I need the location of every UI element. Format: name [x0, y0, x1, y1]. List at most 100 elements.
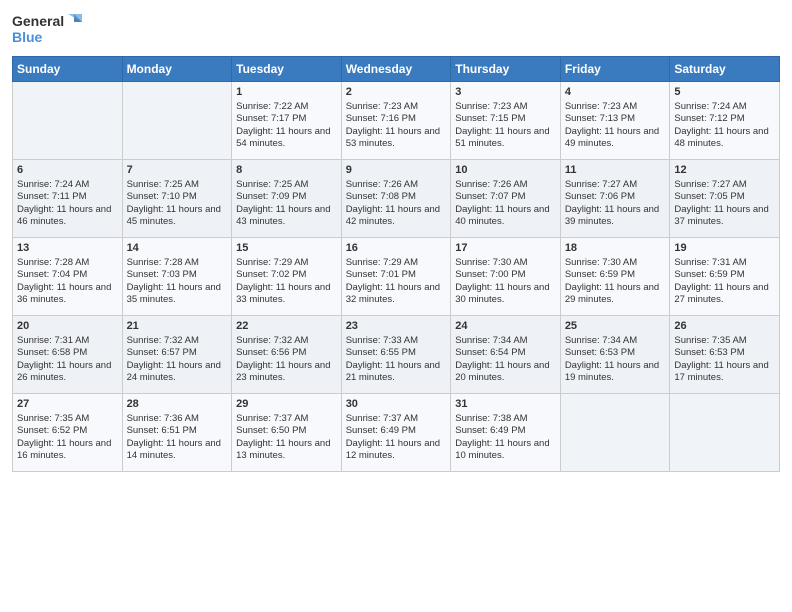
day-cell: 26Sunrise: 7:35 AM Sunset: 6:53 PM Dayli… — [670, 316, 780, 394]
day-number: 22 — [236, 319, 337, 334]
logo-svg: General Blue — [12, 10, 82, 50]
day-info: Sunrise: 7:28 AM Sunset: 7:04 PM Dayligh… — [17, 257, 118, 307]
day-info: Sunrise: 7:22 AM Sunset: 7:17 PM Dayligh… — [236, 101, 337, 151]
day-info: Sunrise: 7:23 AM Sunset: 7:16 PM Dayligh… — [346, 101, 447, 151]
day-cell: 8Sunrise: 7:25 AM Sunset: 7:09 PM Daylig… — [232, 160, 342, 238]
day-number: 8 — [236, 163, 337, 178]
day-info: Sunrise: 7:30 AM Sunset: 6:59 PM Dayligh… — [565, 257, 666, 307]
day-cell: 1Sunrise: 7:22 AM Sunset: 7:17 PM Daylig… — [232, 82, 342, 160]
day-cell: 22Sunrise: 7:32 AM Sunset: 6:56 PM Dayli… — [232, 316, 342, 394]
day-cell: 29Sunrise: 7:37 AM Sunset: 6:50 PM Dayli… — [232, 394, 342, 472]
day-cell: 10Sunrise: 7:26 AM Sunset: 7:07 PM Dayli… — [451, 160, 561, 238]
page-container: General Blue SundayMondayTuesdayWednesda… — [0, 0, 792, 482]
day-number: 29 — [236, 397, 337, 412]
day-cell: 6Sunrise: 7:24 AM Sunset: 7:11 PM Daylig… — [13, 160, 123, 238]
day-info: Sunrise: 7:29 AM Sunset: 7:01 PM Dayligh… — [346, 257, 447, 307]
day-cell: 18Sunrise: 7:30 AM Sunset: 6:59 PM Dayli… — [560, 238, 670, 316]
day-cell: 12Sunrise: 7:27 AM Sunset: 7:05 PM Dayli… — [670, 160, 780, 238]
day-number: 7 — [127, 163, 228, 178]
day-cell: 9Sunrise: 7:26 AM Sunset: 7:08 PM Daylig… — [341, 160, 451, 238]
day-number: 23 — [346, 319, 447, 334]
day-cell — [122, 82, 232, 160]
day-number: 6 — [17, 163, 118, 178]
day-cell: 24Sunrise: 7:34 AM Sunset: 6:54 PM Dayli… — [451, 316, 561, 394]
week-row-4: 20Sunrise: 7:31 AM Sunset: 6:58 PM Dayli… — [13, 316, 780, 394]
day-cell — [560, 394, 670, 472]
day-info: Sunrise: 7:31 AM Sunset: 6:58 PM Dayligh… — [17, 335, 118, 385]
day-number: 15 — [236, 241, 337, 256]
day-cell — [13, 82, 123, 160]
day-cell: 3Sunrise: 7:23 AM Sunset: 7:15 PM Daylig… — [451, 82, 561, 160]
day-cell: 13Sunrise: 7:28 AM Sunset: 7:04 PM Dayli… — [13, 238, 123, 316]
day-cell: 5Sunrise: 7:24 AM Sunset: 7:12 PM Daylig… — [670, 82, 780, 160]
col-header-saturday: Saturday — [670, 57, 780, 82]
calendar-table: SundayMondayTuesdayWednesdayThursdayFrid… — [12, 56, 780, 472]
col-header-monday: Monday — [122, 57, 232, 82]
day-cell: 15Sunrise: 7:29 AM Sunset: 7:02 PM Dayli… — [232, 238, 342, 316]
day-cell — [670, 394, 780, 472]
day-info: Sunrise: 7:26 AM Sunset: 7:08 PM Dayligh… — [346, 179, 447, 229]
day-cell: 17Sunrise: 7:30 AM Sunset: 7:00 PM Dayli… — [451, 238, 561, 316]
day-info: Sunrise: 7:24 AM Sunset: 7:11 PM Dayligh… — [17, 179, 118, 229]
day-info: Sunrise: 7:23 AM Sunset: 7:15 PM Dayligh… — [455, 101, 556, 151]
logo: General Blue — [12, 10, 82, 50]
day-info: Sunrise: 7:27 AM Sunset: 7:06 PM Dayligh… — [565, 179, 666, 229]
day-info: Sunrise: 7:32 AM Sunset: 6:57 PM Dayligh… — [127, 335, 228, 385]
day-number: 25 — [565, 319, 666, 334]
day-cell: 27Sunrise: 7:35 AM Sunset: 6:52 PM Dayli… — [13, 394, 123, 472]
day-number: 19 — [674, 241, 775, 256]
day-cell: 7Sunrise: 7:25 AM Sunset: 7:10 PM Daylig… — [122, 160, 232, 238]
day-number: 3 — [455, 85, 556, 100]
col-header-tuesday: Tuesday — [232, 57, 342, 82]
day-cell: 14Sunrise: 7:28 AM Sunset: 7:03 PM Dayli… — [122, 238, 232, 316]
header-row: SundayMondayTuesdayWednesdayThursdayFrid… — [13, 57, 780, 82]
day-number: 5 — [674, 85, 775, 100]
day-cell: 28Sunrise: 7:36 AM Sunset: 6:51 PM Dayli… — [122, 394, 232, 472]
header: General Blue — [12, 10, 780, 50]
day-number: 20 — [17, 319, 118, 334]
col-header-sunday: Sunday — [13, 57, 123, 82]
col-header-wednesday: Wednesday — [341, 57, 451, 82]
day-info: Sunrise: 7:35 AM Sunset: 6:52 PM Dayligh… — [17, 413, 118, 463]
day-info: Sunrise: 7:24 AM Sunset: 7:12 PM Dayligh… — [674, 101, 775, 151]
day-cell: 4Sunrise: 7:23 AM Sunset: 7:13 PM Daylig… — [560, 82, 670, 160]
day-number: 2 — [346, 85, 447, 100]
day-number: 1 — [236, 85, 337, 100]
svg-text:General: General — [12, 13, 64, 29]
day-cell: 19Sunrise: 7:31 AM Sunset: 6:59 PM Dayli… — [670, 238, 780, 316]
day-number: 11 — [565, 163, 666, 178]
day-info: Sunrise: 7:34 AM Sunset: 6:54 PM Dayligh… — [455, 335, 556, 385]
week-row-3: 13Sunrise: 7:28 AM Sunset: 7:04 PM Dayli… — [13, 238, 780, 316]
day-number: 21 — [127, 319, 228, 334]
day-info: Sunrise: 7:31 AM Sunset: 6:59 PM Dayligh… — [674, 257, 775, 307]
day-info: Sunrise: 7:35 AM Sunset: 6:53 PM Dayligh… — [674, 335, 775, 385]
day-number: 30 — [346, 397, 447, 412]
day-number: 31 — [455, 397, 556, 412]
day-number: 28 — [127, 397, 228, 412]
day-number: 24 — [455, 319, 556, 334]
day-info: Sunrise: 7:37 AM Sunset: 6:49 PM Dayligh… — [346, 413, 447, 463]
day-info: Sunrise: 7:26 AM Sunset: 7:07 PM Dayligh… — [455, 179, 556, 229]
day-cell: 20Sunrise: 7:31 AM Sunset: 6:58 PM Dayli… — [13, 316, 123, 394]
day-cell: 21Sunrise: 7:32 AM Sunset: 6:57 PM Dayli… — [122, 316, 232, 394]
day-number: 27 — [17, 397, 118, 412]
day-cell: 11Sunrise: 7:27 AM Sunset: 7:06 PM Dayli… — [560, 160, 670, 238]
day-number: 16 — [346, 241, 447, 256]
day-number: 10 — [455, 163, 556, 178]
day-info: Sunrise: 7:33 AM Sunset: 6:55 PM Dayligh… — [346, 335, 447, 385]
day-info: Sunrise: 7:38 AM Sunset: 6:49 PM Dayligh… — [455, 413, 556, 463]
day-cell: 30Sunrise: 7:37 AM Sunset: 6:49 PM Dayli… — [341, 394, 451, 472]
day-number: 17 — [455, 241, 556, 256]
day-number: 4 — [565, 85, 666, 100]
day-info: Sunrise: 7:30 AM Sunset: 7:00 PM Dayligh… — [455, 257, 556, 307]
day-cell: 23Sunrise: 7:33 AM Sunset: 6:55 PM Dayli… — [341, 316, 451, 394]
day-cell: 2Sunrise: 7:23 AM Sunset: 7:16 PM Daylig… — [341, 82, 451, 160]
day-info: Sunrise: 7:25 AM Sunset: 7:10 PM Dayligh… — [127, 179, 228, 229]
day-info: Sunrise: 7:25 AM Sunset: 7:09 PM Dayligh… — [236, 179, 337, 229]
day-number: 26 — [674, 319, 775, 334]
day-number: 14 — [127, 241, 228, 256]
day-number: 12 — [674, 163, 775, 178]
day-number: 13 — [17, 241, 118, 256]
day-info: Sunrise: 7:27 AM Sunset: 7:05 PM Dayligh… — [674, 179, 775, 229]
day-number: 18 — [565, 241, 666, 256]
